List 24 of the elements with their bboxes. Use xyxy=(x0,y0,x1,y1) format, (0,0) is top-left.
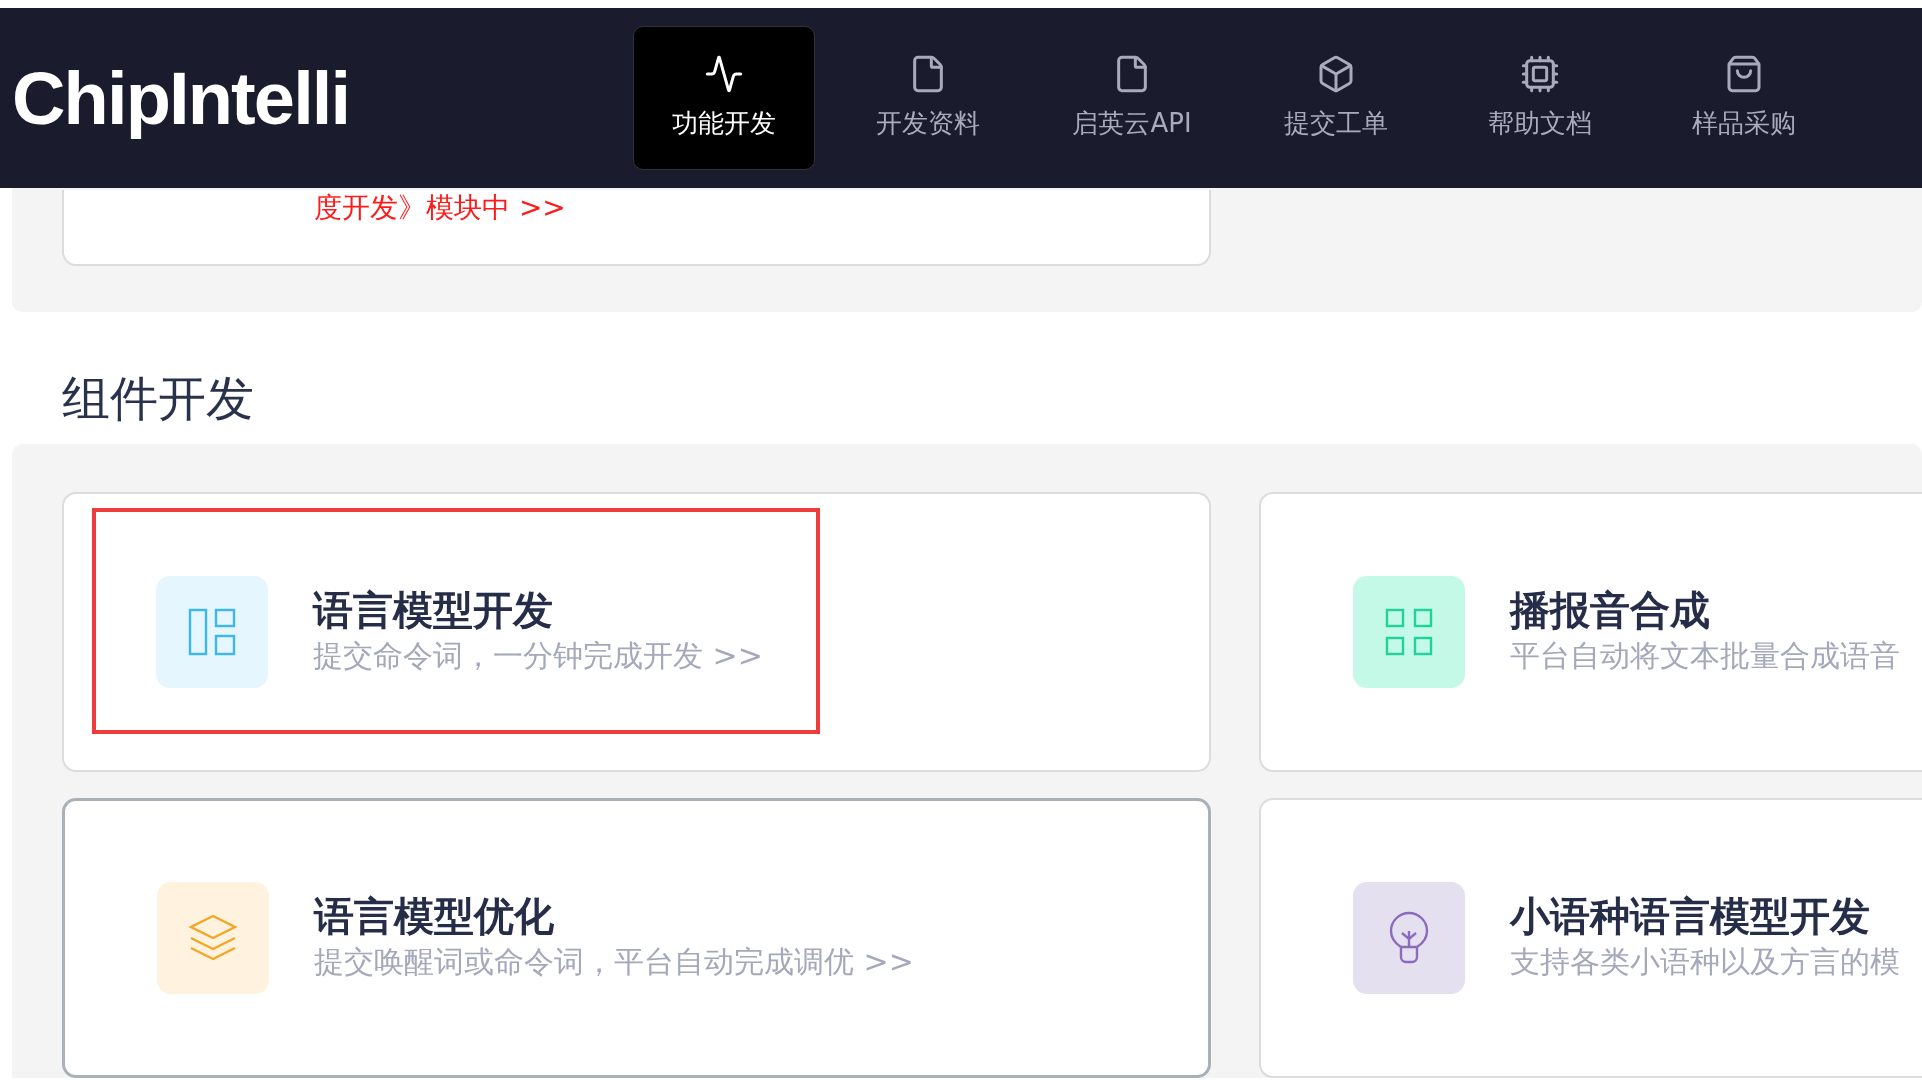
card-title: 播报音合成 xyxy=(1510,586,1711,634)
chip-icon xyxy=(1520,53,1560,94)
card-title: 小语种语言模型开发 xyxy=(1510,892,1871,940)
nav-tab[interactable]: 帮助文档 xyxy=(1449,26,1631,170)
nav-tab[interactable]: 提交工单 xyxy=(1245,26,1427,170)
nav-tab[interactable]: 启英云API xyxy=(1041,26,1223,170)
grid-icon xyxy=(1384,607,1434,657)
layers-icon xyxy=(188,913,238,963)
section-title: 组件开发 xyxy=(62,369,255,428)
pulse-icon xyxy=(704,53,744,94)
component-card[interactable]: 语言模型优化 提交唤醒词或命令词，平台自动完成调优 >> xyxy=(62,798,1211,1078)
feature-card[interactable]: 度开发》模块中 >> xyxy=(62,190,1211,266)
card-title: 语言模型优化 xyxy=(314,892,555,940)
component-card[interactable]: 小语种语言模型开发 支持各类小语种以及方言的模 xyxy=(1259,798,1922,1078)
component-card[interactable]: 语言模型开发 提交命令词，一分钟完成开发 >> xyxy=(62,492,1211,772)
lightbulb-icon xyxy=(1389,911,1429,965)
nav-tab[interactable]: 开发资料 xyxy=(837,26,1019,170)
component-card[interactable]: 播报音合成 平台自动将文本批量合成语音 xyxy=(1259,492,1922,772)
logo[interactable]: ChipIntelli xyxy=(12,42,572,154)
nav-tab[interactable]: 样品采购 xyxy=(1653,26,1835,170)
card-link[interactable]: 度开发》模块中 >> xyxy=(314,191,566,224)
card-title: 语言模型开发 xyxy=(313,586,554,634)
layout-icon xyxy=(188,608,236,656)
nav-tab[interactable]: 功能开发 xyxy=(633,26,815,170)
